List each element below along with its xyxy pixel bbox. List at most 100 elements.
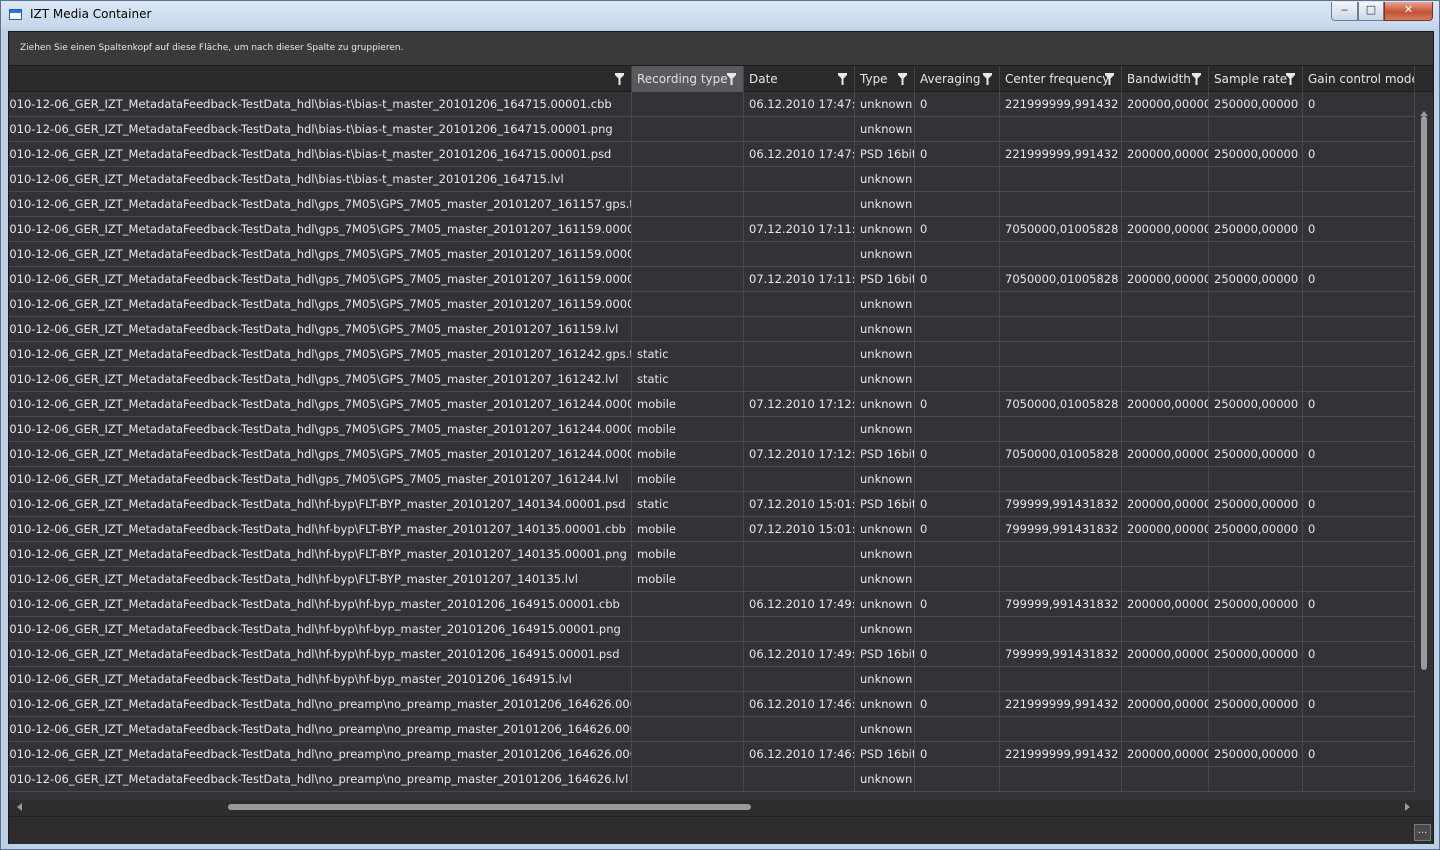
cell-type: unknown xyxy=(855,592,915,616)
column-header-sample-rate[interactable]: Sample rate xyxy=(1209,66,1303,92)
cell-gain-control-mode: 0 xyxy=(1303,92,1415,116)
cell-file: 2010-12-06_GER_IZT_MetadataFeedback-Test… xyxy=(9,217,632,241)
cell-type: unknown xyxy=(855,717,915,741)
title-bar[interactable]: IZT Media Container ‒ □ ✕ xyxy=(1,1,1439,29)
more-button[interactable]: ... xyxy=(1414,824,1431,841)
cell-sample-rate: 250000,00000 xyxy=(1209,692,1303,716)
cell-recording-type xyxy=(632,217,744,241)
table-row[interactable]: 2010-12-06_GER_IZT_MetadataFeedback-Test… xyxy=(9,417,1415,442)
table-row[interactable]: 2010-12-06_GER_IZT_MetadataFeedback-Test… xyxy=(9,167,1415,192)
table-row[interactable]: 2010-12-06_GER_IZT_MetadataFeedback-Test… xyxy=(9,317,1415,342)
table-row[interactable]: 2010-12-06_GER_IZT_MetadataFeedback-Test… xyxy=(9,142,1415,167)
cell-center-frequency: 221999999,991432 xyxy=(1000,692,1122,716)
filter-icon[interactable] xyxy=(1286,73,1295,85)
table-row[interactable]: 2010-12-06_GER_IZT_MetadataFeedback-Test… xyxy=(9,342,1415,367)
table-row[interactable]: 2010-12-06_GER_IZT_MetadataFeedback-Test… xyxy=(9,567,1415,592)
table-row[interactable]: 2010-12-06_GER_IZT_MetadataFeedback-Test… xyxy=(9,392,1415,417)
cell-recording-type xyxy=(632,592,744,616)
cell-recording-type xyxy=(632,117,744,141)
table-row[interactable]: 2010-12-06_GER_IZT_MetadataFeedback-Test… xyxy=(9,292,1415,317)
table-row[interactable]: 2010-12-06_GER_IZT_MetadataFeedback-Test… xyxy=(9,267,1415,292)
close-button[interactable]: ✕ xyxy=(1384,2,1433,21)
cell-date: 07.12.2010 17:12:39 xyxy=(744,442,855,466)
table-row[interactable]: 2010-12-06_GER_IZT_MetadataFeedback-Test… xyxy=(9,742,1415,767)
filter-icon[interactable] xyxy=(1105,73,1114,85)
group-by-hint: Ziehen Sie einen Spaltenkopf auf diese F… xyxy=(20,43,404,53)
table-row[interactable]: 2010-12-06_GER_IZT_MetadataFeedback-Test… xyxy=(9,367,1415,392)
maximize-button[interactable]: □ xyxy=(1358,2,1384,21)
column-header-bandwidth[interactable]: Bandwidth xyxy=(1122,66,1209,92)
minimize-button[interactable]: ‒ xyxy=(1331,2,1358,21)
column-header-file[interactable] xyxy=(9,66,632,92)
cell-type: unknown xyxy=(855,667,915,691)
filter-icon[interactable] xyxy=(898,73,907,85)
cell-recording-type: mobile xyxy=(632,542,744,566)
cell-bandwidth xyxy=(1122,167,1209,191)
cell-date: 07.12.2010 15:01:31 xyxy=(744,517,855,541)
cell-center-frequency xyxy=(1000,117,1122,141)
group-by-panel[interactable]: Ziehen Sie einen Spaltenkopf auf diese F… xyxy=(9,32,1433,65)
cell-gain-control-mode xyxy=(1303,242,1415,266)
scroll-right-arrow-icon[interactable] xyxy=(1405,803,1410,811)
table-row[interactable]: 2010-12-06_GER_IZT_MetadataFeedback-Test… xyxy=(9,542,1415,567)
filter-icon[interactable] xyxy=(615,73,624,85)
cell-recording-type xyxy=(632,142,744,166)
cell-recording-type xyxy=(632,717,744,741)
cell-center-frequency: 7050000,01005828 xyxy=(1000,217,1122,241)
cell-type: PSD 16bit xyxy=(855,742,915,766)
table-row[interactable]: 2010-12-06_GER_IZT_MetadataFeedback-Test… xyxy=(9,467,1415,492)
cell-recording-type: mobile xyxy=(632,417,744,441)
horizontal-scroll-thumb[interactable] xyxy=(228,804,751,810)
cell-bandwidth: 200000,00000 xyxy=(1122,742,1209,766)
filter-icon[interactable] xyxy=(983,73,992,85)
column-header-gain-control-mode[interactable]: Gain control mode xyxy=(1303,66,1415,92)
column-header-recording-type[interactable]: Recording type xyxy=(632,66,744,92)
cell-date: 07.12.2010 17:12:39 xyxy=(744,392,855,416)
table-row[interactable]: 2010-12-06_GER_IZT_MetadataFeedback-Test… xyxy=(9,617,1415,642)
table-row[interactable]: 2010-12-06_GER_IZT_MetadataFeedback-Test… xyxy=(9,442,1415,467)
cell-bandwidth: 200000,00000 xyxy=(1122,442,1209,466)
table-row[interactable]: 2010-12-06_GER_IZT_MetadataFeedback-Test… xyxy=(9,517,1415,542)
cell-bandwidth xyxy=(1122,192,1209,216)
table-row[interactable]: 2010-12-06_GER_IZT_MetadataFeedback-Test… xyxy=(9,717,1415,742)
cell-type: PSD 16bit xyxy=(855,492,915,516)
cell-file: 2010-12-06_GER_IZT_MetadataFeedback-Test… xyxy=(9,717,632,741)
cell-averaging xyxy=(915,167,1000,191)
filter-icon[interactable] xyxy=(1192,73,1201,85)
filter-icon[interactable] xyxy=(727,73,736,85)
cell-date xyxy=(744,467,855,491)
filter-icon[interactable] xyxy=(838,73,847,85)
column-header-label: Date xyxy=(749,72,778,86)
cell-date xyxy=(744,342,855,366)
horizontal-scrollbar[interactable] xyxy=(9,800,1415,814)
cell-recording-type xyxy=(632,167,744,191)
table-row[interactable]: 2010-12-06_GER_IZT_MetadataFeedback-Test… xyxy=(9,192,1415,217)
table-row[interactable]: 2010-12-06_GER_IZT_MetadataFeedback-Test… xyxy=(9,692,1415,717)
table-row[interactable]: 2010-12-06_GER_IZT_MetadataFeedback-Test… xyxy=(9,117,1415,142)
vertical-scrollbar[interactable] xyxy=(1418,111,1432,800)
table-row[interactable]: 2010-12-06_GER_IZT_MetadataFeedback-Test… xyxy=(9,92,1415,117)
column-header-averaging[interactable]: Averaging xyxy=(915,66,1000,92)
column-header-center-frequency[interactable]: Center frequency xyxy=(1000,66,1122,92)
column-header-type[interactable]: Type xyxy=(855,66,915,92)
table-row[interactable]: 2010-12-06_GER_IZT_MetadataFeedback-Test… xyxy=(9,492,1415,517)
table-row[interactable]: 2010-12-06_GER_IZT_MetadataFeedback-Test… xyxy=(9,592,1415,617)
cell-sample-rate xyxy=(1209,467,1303,491)
column-header-date[interactable]: Date xyxy=(744,66,855,92)
cell-file: 2010-12-06_GER_IZT_MetadataFeedback-Test… xyxy=(9,442,632,466)
cell-date xyxy=(744,667,855,691)
cell-averaging: 0 xyxy=(915,742,1000,766)
scroll-left-arrow-icon[interactable] xyxy=(17,803,22,811)
table-row[interactable]: 2010-12-06_GER_IZT_MetadataFeedback-Test… xyxy=(9,217,1415,242)
cell-sample-rate: 250000,00000 xyxy=(1209,492,1303,516)
table-row[interactable]: 2010-12-06_GER_IZT_MetadataFeedback-Test… xyxy=(9,667,1415,692)
cell-date: 06.12.2010 17:46:24 xyxy=(744,742,855,766)
vertical-scroll-thumb[interactable] xyxy=(1421,116,1427,670)
table-row[interactable]: 2010-12-06_GER_IZT_MetadataFeedback-Test… xyxy=(9,242,1415,267)
cell-type: PSD 16bit xyxy=(855,642,915,666)
cell-file: 2010-12-06_GER_IZT_MetadataFeedback-Test… xyxy=(9,342,632,366)
table-row[interactable]: 2010-12-06_GER_IZT_MetadataFeedback-Test… xyxy=(9,642,1415,667)
cell-gain-control-mode xyxy=(1303,717,1415,741)
table-row[interactable]: 2010-12-06_GER_IZT_MetadataFeedback-Test… xyxy=(9,767,1415,792)
cell-date xyxy=(744,167,855,191)
